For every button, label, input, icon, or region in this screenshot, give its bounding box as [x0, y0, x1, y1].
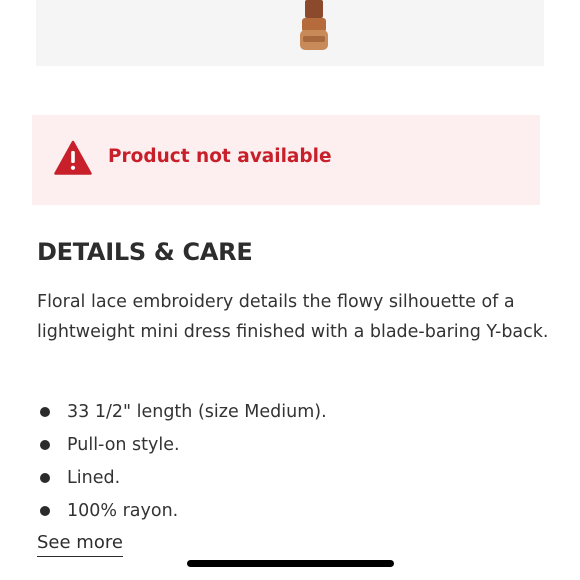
- bullet-text: 33 1/2" length (size Medium).: [67, 402, 327, 422]
- details-bullet-list: 33 1/2" length (size Medium). Pull-on st…: [37, 397, 327, 529]
- warning-triangle-icon: [54, 140, 92, 175]
- home-indicator[interactable]: [187, 560, 394, 567]
- bullet-icon: [40, 407, 50, 417]
- product-description: Floral lace embroidery details the flowy…: [37, 292, 549, 342]
- bullet-text: Lined.: [67, 468, 121, 488]
- bullet-item: Pull-on style.: [37, 430, 327, 463]
- bullet-item: Lined.: [37, 463, 327, 496]
- bullet-item: 33 1/2" length (size Medium).: [37, 397, 327, 430]
- details-care-heading: DETAILS & CARE: [37, 238, 253, 266]
- bullet-icon: [40, 506, 50, 516]
- product-unavailable-alert: Product not available: [32, 115, 540, 205]
- product-image: [36, 0, 544, 66]
- shoe-image: [300, 0, 328, 50]
- bullet-icon: [40, 473, 50, 483]
- alert-message: Product not available: [108, 146, 332, 167]
- see-more-link[interactable]: See more: [37, 530, 123, 557]
- bullet-text: 100% rayon.: [67, 501, 179, 521]
- bullet-icon: [40, 440, 50, 450]
- bullet-text: Pull-on style.: [67, 435, 180, 455]
- bullet-item: 100% rayon.: [37, 496, 327, 529]
